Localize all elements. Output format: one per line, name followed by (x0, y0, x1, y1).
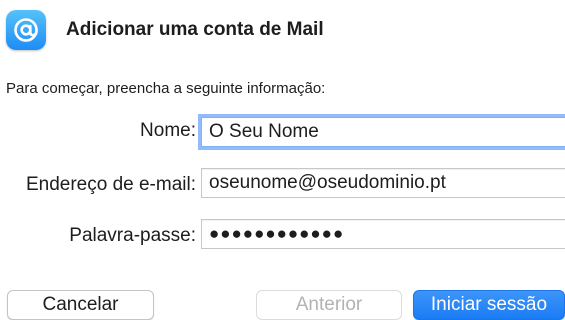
password-label: Palavra-passe: (69, 225, 196, 246)
add-mail-account-dialog: Adicionar uma conta de Mail Para começar… (0, 0, 565, 320)
email-label: Endereço de e-mail: (25, 174, 196, 195)
instructions-text: Para começar, preencha a seguinte inform… (6, 80, 326, 97)
password-input[interactable]: ●●●●●●●●●●●● (201, 219, 565, 249)
at-sign-icon (6, 10, 46, 50)
cancel-button[interactable]: Cancelar (7, 290, 154, 320)
name-input[interactable] (201, 117, 565, 147)
name-label: Nome: (140, 120, 196, 141)
previous-button[interactable]: Anterior (256, 290, 402, 320)
dialog-title: Adicionar uma conta de Mail (66, 19, 324, 40)
email-input[interactable] (201, 168, 565, 198)
sign-in-button[interactable]: Iniciar sessão (413, 290, 565, 320)
